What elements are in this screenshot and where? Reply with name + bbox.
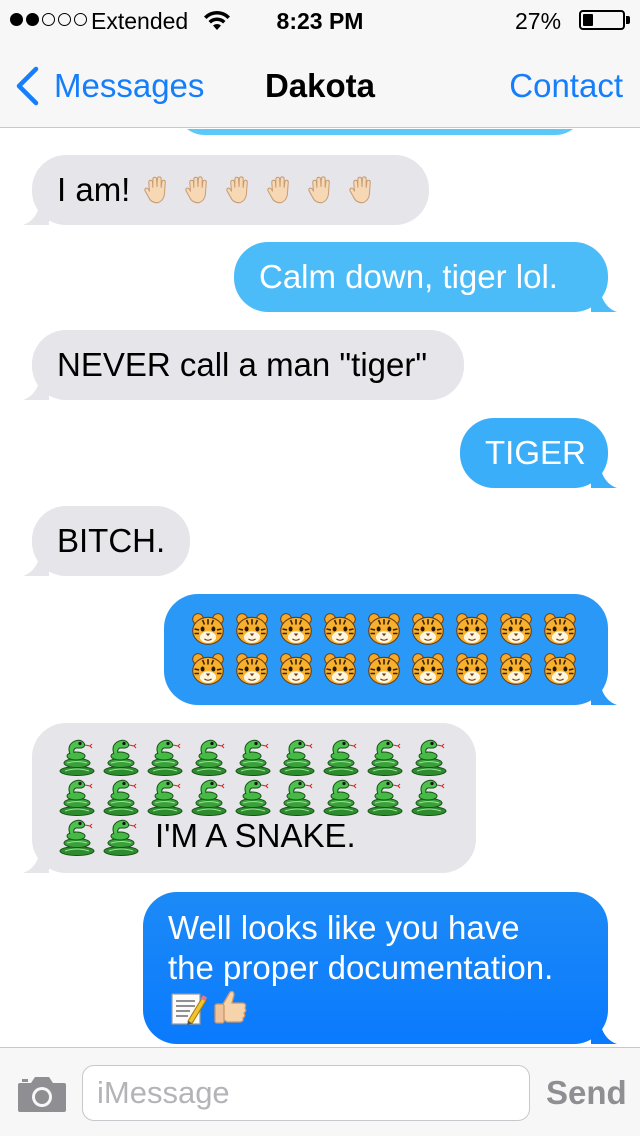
message-bubble-outgoing[interactable]: Well looks like you have the proper docu… [143, 892, 617, 1044]
tiger-face-emoji-icon [236, 653, 268, 685]
snake-emoji-icon [323, 779, 359, 816]
tiger-face-emoji-icon [500, 613, 532, 645]
raised-hand-emoji-icon [308, 176, 331, 204]
bubble-tail [23, 207, 49, 225]
snake-emoji-icon [323, 739, 359, 776]
bubble-tail [23, 558, 49, 576]
snake-emoji-icon [59, 739, 95, 776]
snake-emoji-icon [279, 739, 315, 776]
tiger-face-emoji-icon [368, 613, 400, 645]
back-label: Messages [54, 67, 205, 104]
tiger-face-emoji-icon [500, 653, 532, 685]
tiger-face-emoji-icon [192, 613, 224, 645]
raised-hand-emoji-icon [226, 176, 249, 204]
message-text: TIGER [485, 434, 586, 471]
emoji-row [190, 609, 608, 649]
tiger-face-emoji-icon [280, 613, 312, 645]
tiger-face-emoji-icon [368, 653, 400, 685]
bubble-tail [591, 470, 617, 488]
message-bubble-outgoing-partial[interactable] [175, 129, 585, 135]
emoji-row [190, 649, 608, 689]
snake-emoji-icon [279, 779, 315, 816]
message-bubble-outgoing[interactable]: TIGER [460, 418, 617, 488]
raised-hand-emoji-icon [185, 176, 208, 204]
chevron-left-icon [16, 66, 39, 106]
camera-icon[interactable] [16, 1074, 68, 1114]
snake-emoji-icon [411, 779, 447, 816]
message-bubble-incoming[interactable]: BITCH. [23, 506, 190, 576]
message-text: NEVER call a man "tiger" [57, 346, 428, 383]
snake-emoji-icon [59, 779, 95, 816]
message-text: I'M A SNAKE. [155, 817, 356, 854]
tiger-face-emoji-icon [192, 653, 224, 685]
snake-emoji-icon [103, 819, 139, 856]
battery-percentage: 27% [515, 8, 562, 34]
contact-button[interactable]: Contact [509, 67, 623, 105]
navigation-bar: Messages Dakota Contact [0, 40, 640, 128]
raised-hand-emoji-group [142, 170, 377, 210]
snake-emoji-icon [59, 819, 95, 856]
message-thread[interactable]: I am! Calm down, tiger lol. NEVER call a… [0, 129, 640, 1047]
bubble-tail [591, 1026, 617, 1044]
bubble-tail [591, 687, 617, 705]
message-bubble-outgoing[interactable]: Calm down, tiger lol. [234, 242, 617, 312]
tiger-face-emoji-icon [324, 653, 356, 685]
message-text: BITCH. [57, 522, 166, 559]
bubble-tail [591, 294, 617, 312]
raised-hand-emoji-icon [349, 176, 372, 204]
tiger-face-emoji-icon [280, 653, 312, 685]
emoji-row [57, 736, 476, 776]
imessage-input[interactable] [82, 1065, 530, 1121]
snake-emoji-icon [191, 779, 227, 816]
message-bubble-incoming[interactable]: I am! [23, 155, 429, 225]
snake-emoji-icon [147, 779, 183, 816]
tiger-face-emoji-icon [236, 613, 268, 645]
snake-emoji-icon [103, 739, 139, 776]
message-bubble-incoming[interactable]: I'M A SNAKE. [23, 723, 476, 873]
tiger-face-emoji-group [190, 609, 608, 689]
bubble-tail [23, 855, 49, 873]
tiger-face-emoji-icon [412, 613, 444, 645]
snake-emoji-group: I'M A SNAKE. [57, 736, 476, 856]
tiger-face-emoji-icon [456, 613, 488, 645]
snake-emoji-icon [367, 739, 403, 776]
top-bar: Extended 8:23 PM 27% Messages Dakota Con… [0, 0, 640, 128]
composer-bar: Send [0, 1047, 640, 1136]
tiger-face-emoji-icon [324, 613, 356, 645]
thumbs-up-emoji-icon [214, 990, 247, 1024]
bubble-tail [23, 382, 49, 400]
message-text: Calm down, tiger lol. [259, 258, 558, 295]
message-text: I am! [57, 171, 131, 208]
message-text-line: the proper documentation. [168, 949, 554, 986]
send-button[interactable]: Send [546, 1074, 627, 1112]
snake-emoji-icon [235, 779, 271, 816]
tiger-face-emoji-icon [456, 653, 488, 685]
battery-cap [626, 16, 630, 24]
message-bubble-outgoing[interactable] [164, 594, 617, 705]
emoji-row [57, 776, 476, 816]
snake-emoji-icon [367, 779, 403, 816]
snake-emoji-icon [147, 739, 183, 776]
snake-emoji-icon [411, 739, 447, 776]
snake-emoji-icon [103, 779, 139, 816]
battery-icon [579, 10, 625, 30]
raised-hand-emoji-icon [144, 176, 167, 204]
snake-emoji-icon [191, 739, 227, 776]
back-to-messages-button[interactable]: Messages [14, 64, 204, 108]
tiger-face-emoji-icon [544, 613, 576, 645]
message-text-line: Well looks like you have [168, 909, 520, 946]
status-bar: Extended 8:23 PM 27% [0, 0, 640, 40]
emoji-row: I'M A SNAKE. [57, 816, 476, 856]
snake-emoji-icon [235, 739, 271, 776]
memo-emoji-icon [171, 993, 208, 1025]
tiger-face-emoji-icon [412, 653, 444, 685]
message-bubble-incoming[interactable]: NEVER call a man "tiger" [23, 330, 464, 400]
raised-hand-emoji-icon [267, 176, 290, 204]
tiger-face-emoji-icon [544, 653, 576, 685]
